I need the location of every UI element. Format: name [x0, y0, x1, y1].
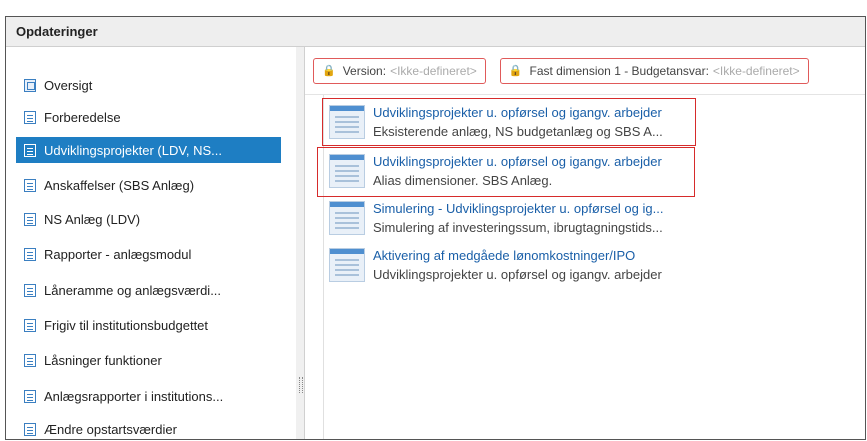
sidebar-item-label: Frigiv til institutionsbudgettet [44, 317, 209, 333]
panel-header: Opdateringer [6, 17, 865, 47]
sidebar-item-laaneramme[interactable]: Låneramme og anlægsværdi... [16, 277, 281, 303]
form-card[interactable]: Udviklingsprojekter u. opførsel og igang… [329, 103, 689, 145]
overview-icon [24, 78, 36, 92]
sidebar: Oversigt Forberedelse Udviklingsprojekte… [6, 47, 297, 439]
document-icon [24, 283, 36, 297]
sidebar-item-label: Anskaffelser (SBS Anlæg) [44, 177, 195, 193]
sidebar-item-laasninger[interactable]: Låsninger funktioner [16, 347, 281, 373]
budgetansvar-filter[interactable]: 🔒 Fast dimension 1 - Budgetansvar: <Ikke… [499, 57, 809, 84]
sidebar-item-label: Anlægsrapporter i institutions... [44, 388, 224, 404]
document-icon [24, 143, 36, 157]
document-icon [24, 422, 36, 436]
form-thumbnail-icon [329, 105, 365, 139]
lock-icon: 🔒 [322, 65, 336, 77]
form-thumbnail-icon [329, 201, 365, 235]
filter-label: Version: [342, 63, 387, 78]
form-thumbnail-icon [329, 154, 365, 188]
panel-title: Opdateringer [16, 24, 98, 39]
sidebar-item-anlaegsrapporter[interactable]: Anlægsrapporter i institutions... [16, 383, 281, 409]
updates-panel: Opdateringer Oversigt Forberedelse Udvik… [5, 16, 866, 440]
sidebar-item-forberedelse[interactable]: Forberedelse [16, 104, 281, 130]
sidebar-item-udviklingsprojekter[interactable]: Udviklingsprojekter (LDV, NS... [16, 137, 281, 163]
sidebar-item-frigiv[interactable]: Frigiv til institutionsbudgettet [16, 312, 281, 338]
sidebar-item-label: Låneramme og anlægsværdi... [44, 282, 222, 298]
panel-splitter[interactable] [296, 47, 305, 439]
form-card-title[interactable]: Udviklingsprojekter u. opførsel og igang… [373, 152, 662, 171]
version-filter[interactable]: 🔒 Version: <Ikke-defineret> [313, 57, 486, 84]
form-card[interactable]: Udviklingsprojekter u. opførsel og igang… [329, 152, 689, 194]
document-icon [24, 389, 36, 403]
sidebar-item-label: NS Anlæg (LDV) [44, 211, 141, 227]
form-card-title[interactable]: Aktivering af medgåede lønomkostninger/I… [373, 246, 662, 265]
sidebar-item-label: Rapporter - anlægsmodul [44, 246, 192, 262]
splitter-grip-icon[interactable] [299, 377, 303, 393]
main-content: 🔒 Version: <Ikke-defineret> 🔒 Fast dimen… [305, 47, 865, 439]
document-icon [24, 353, 36, 367]
form-thumbnail-icon [329, 248, 365, 282]
filter-value: <Ikke-defineret> [712, 63, 800, 78]
document-icon [24, 212, 36, 226]
form-card[interactable]: Aktivering af medgåede lønomkostninger/I… [329, 246, 689, 288]
form-card-subtitle: Simulering af investeringssum, ibrugtagn… [373, 220, 663, 235]
sidebar-item-label: Låsninger funktioner [44, 352, 162, 368]
sidebar-item-label: Udviklingsprojekter (LDV, NS... [44, 142, 222, 158]
lock-icon: 🔒 [508, 65, 523, 77]
form-card-subtitle: Eksisterende anlæg, NS budgetanlæg og SB… [373, 124, 663, 139]
filter-bar: 🔒 Version: <Ikke-defineret> 🔒 Fast dimen… [305, 47, 865, 95]
filter-label: Fast dimension 1 - Budgetansvar: [529, 63, 709, 78]
form-card[interactable]: Simulering - Udviklingsprojekter u. opfø… [329, 199, 689, 241]
form-card-title[interactable]: Simulering - Udviklingsprojekter u. opfø… [373, 199, 663, 218]
sidebar-item-anskaffelser[interactable]: Anskaffelser (SBS Anlæg) [16, 172, 281, 198]
sidebar-item-aendre-opstartsvaerdier[interactable]: Ændre opstartsværdier [16, 416, 281, 439]
document-icon [24, 110, 36, 124]
sidebar-item-label: Forberedelse [44, 109, 121, 125]
sidebar-item-label: Ændre opstartsværdier [44, 421, 177, 437]
sidebar-item-rapporter[interactable]: Rapporter - anlægsmodul [16, 241, 281, 267]
content-divider [323, 95, 324, 439]
sidebar-item-ns-anlaeg[interactable]: NS Anlæg (LDV) [16, 206, 281, 232]
form-card-subtitle: Alias dimensioner. SBS Anlæg. [373, 173, 553, 188]
form-card-subtitle: Udviklingsprojekter u. opførsel og igang… [373, 267, 662, 282]
form-card-title[interactable]: Udviklingsprojekter u. opførsel og igang… [373, 103, 663, 122]
sidebar-item-label: Oversigt [44, 77, 93, 93]
document-icon [24, 178, 36, 192]
document-icon [24, 318, 36, 332]
document-icon [24, 247, 36, 261]
sidebar-item-oversigt[interactable]: Oversigt [16, 72, 281, 98]
filter-value: <Ikke-defineret> [390, 63, 477, 78]
